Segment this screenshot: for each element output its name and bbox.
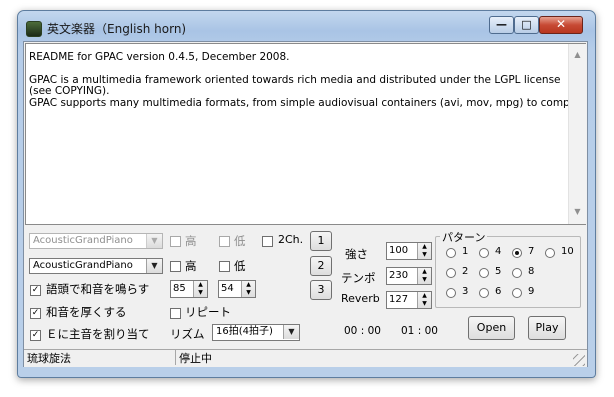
resize-grip-icon[interactable]	[573, 354, 585, 366]
strength-value: 100	[389, 245, 409, 256]
spin-85-value: 85	[173, 283, 186, 294]
scroll-up-icon[interactable]: ▲	[569, 50, 586, 59]
play-button[interactable]: Play	[528, 316, 566, 340]
two-ch-label: 2Ch.	[278, 233, 304, 246]
readme-textarea[interactable]: README for GPAC version 0.4.5, December …	[25, 43, 586, 225]
close-icon: ✕	[555, 17, 567, 31]
pattern-radio-9[interactable]	[512, 288, 522, 298]
spin-85[interactable]: 85 ▲ ▼	[170, 280, 208, 298]
time-end: 01 : 00	[401, 325, 438, 337]
rhythm-select[interactable]: 16拍(4拍子) ▼	[212, 324, 300, 341]
chord-thick-checkbox[interactable]: ✓	[30, 308, 41, 319]
spin-arrows-icon[interactable]: ▲ ▼	[193, 281, 207, 297]
high-label-1: 高	[185, 234, 197, 248]
repeat-label: リピート	[185, 305, 231, 319]
pattern-label-5: 5	[495, 266, 502, 277]
pattern-label-1: 1	[462, 246, 469, 257]
chevron-down-icon: ▼	[283, 325, 299, 339]
app-icon	[26, 21, 42, 37]
minimize-icon: —	[496, 18, 507, 31]
repeat-checkbox[interactable]	[170, 308, 181, 319]
pattern-radio-4[interactable]	[479, 248, 489, 258]
instrument-select-1-value: AcousticGrandPiano	[33, 235, 133, 246]
instrument-select-2-value: AcousticGrandPiano	[33, 260, 133, 271]
chevron-down-icon: ▼	[146, 234, 162, 248]
chord-head-checkbox[interactable]: ✓	[30, 285, 41, 296]
strength-label: 強さ	[345, 247, 368, 261]
tempo-label: テンポ	[341, 271, 376, 285]
reverb-spin[interactable]: 127 ▲ ▼	[386, 291, 432, 309]
chevron-down-icon: ▼	[146, 259, 162, 273]
maximize-button[interactable]: □	[514, 16, 539, 34]
high-checkbox-1[interactable]	[170, 236, 181, 247]
minimize-button[interactable]: —	[489, 16, 514, 34]
low-label-1: 低	[234, 234, 246, 248]
spin-arrows-icon[interactable]: ▲ ▼	[417, 292, 431, 308]
two-ch-checkbox[interactable]	[262, 236, 273, 247]
e-main-checkbox[interactable]: ✓	[30, 330, 41, 341]
close-button[interactable]: ✕	[539, 16, 583, 34]
text-line: README for GPAC version 0.4.5, December …	[29, 51, 290, 63]
spin-arrows-icon[interactable]: ▲ ▼	[417, 243, 431, 259]
vertical-scrollbar[interactable]: ▲ ▼	[568, 44, 586, 224]
reverb-label: Reverb	[341, 292, 380, 305]
tempo-spin[interactable]: 230 ▲ ▼	[386, 267, 432, 285]
status-bar	[24, 349, 587, 367]
pattern-radio-7[interactable]	[512, 248, 522, 258]
text-line: GPAC supports many multimedia formats, f…	[29, 97, 586, 109]
pattern-label-7: 7	[528, 246, 535, 257]
maximize-icon: □	[521, 18, 532, 31]
track-button-2[interactable]: 2	[310, 256, 332, 276]
status-state: 停止中	[179, 352, 212, 365]
spin-arrows-icon[interactable]: ▲ ▼	[417, 268, 431, 284]
rhythm-select-value: 16拍(4拍子)	[216, 326, 273, 337]
pattern-label-2: 2	[462, 266, 469, 277]
low-checkbox-1[interactable]	[219, 236, 230, 247]
pattern-group-title: パターン	[440, 229, 488, 245]
pattern-label-6: 6	[495, 286, 502, 297]
e-main-label: Ｅに主音を割り当て	[46, 327, 150, 341]
pattern-radio-8[interactable]	[512, 268, 522, 278]
spin-54[interactable]: 54 ▲ ▼	[218, 280, 256, 298]
high-checkbox-2[interactable]	[170, 261, 181, 272]
window-title: 英文楽器（English horn)	[47, 22, 187, 36]
time-start: 00 : 00	[344, 325, 381, 337]
track-button-3[interactable]: 3	[310, 280, 332, 300]
pattern-label-8: 8	[528, 266, 535, 277]
instrument-select-2[interactable]: AcousticGrandPiano ▼	[29, 258, 163, 274]
tempo-value: 230	[389, 270, 409, 281]
reverb-value: 127	[389, 294, 409, 305]
status-separator	[175, 350, 176, 365]
pattern-group	[435, 236, 581, 308]
pattern-label-10: 10	[561, 246, 574, 257]
pattern-radio-10[interactable]	[545, 248, 555, 258]
pattern-label-4: 4	[495, 246, 502, 257]
scroll-down-icon[interactable]: ▼	[569, 207, 586, 216]
pattern-label-3: 3	[462, 286, 469, 297]
low-checkbox-2[interactable]	[219, 261, 230, 272]
chord-thick-label: 和音を厚くする	[46, 305, 127, 319]
pattern-radio-5[interactable]	[479, 268, 489, 278]
low-label-2: 低	[234, 259, 246, 273]
status-scale: 琉球旋法	[27, 352, 71, 365]
high-label-2: 高	[185, 259, 197, 273]
spin-54-value: 54	[221, 283, 234, 294]
pattern-radio-6[interactable]	[479, 288, 489, 298]
strength-spin[interactable]: 100 ▲ ▼	[386, 242, 432, 260]
track-button-1[interactable]: 1	[310, 231, 332, 251]
rhythm-label: リズム	[170, 327, 205, 341]
chord-head-label: 語頭で和音を鳴らす	[46, 282, 150, 296]
pattern-radio-2[interactable]	[446, 268, 456, 278]
pattern-label-9: 9	[528, 286, 535, 297]
spin-arrows-icon[interactable]: ▲ ▼	[241, 281, 255, 297]
pattern-radio-3[interactable]	[446, 288, 456, 298]
open-button[interactable]: Open	[468, 316, 515, 340]
pattern-radio-1[interactable]	[446, 248, 456, 258]
text-line: (see COPYING).	[29, 85, 110, 97]
instrument-select-1[interactable]: AcousticGrandPiano ▼	[29, 233, 163, 249]
